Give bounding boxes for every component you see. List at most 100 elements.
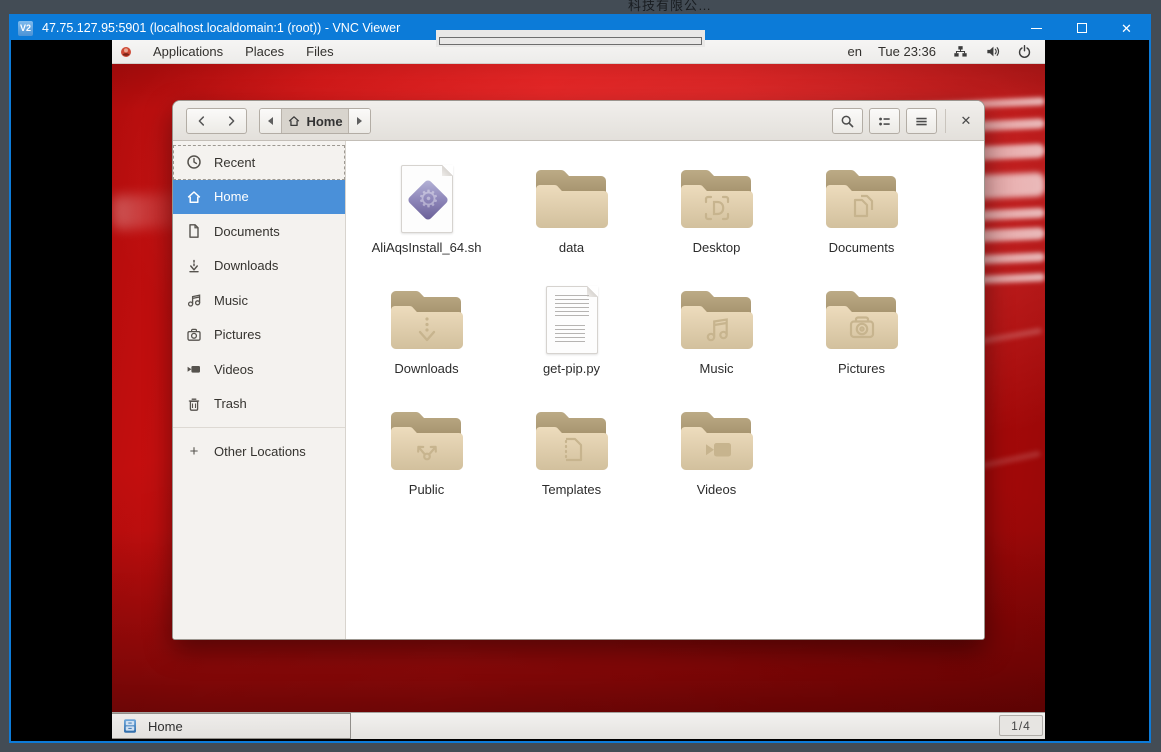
- volume-icon[interactable]: [984, 44, 1000, 60]
- clock-icon: [186, 154, 202, 170]
- home-icon: [186, 189, 202, 205]
- sidebar-item-label: Trash: [214, 396, 247, 411]
- file-item[interactable]: Public: [354, 395, 499, 516]
- sidebar-item-trash[interactable]: Trash: [173, 387, 345, 422]
- remote-desktop: Applications Places Files en Tue 23:36: [112, 40, 1045, 739]
- file-item[interactable]: get-pip.py: [499, 274, 644, 395]
- taskbar-window-label: Home: [148, 719, 183, 734]
- vnc-toolbar-collapsed[interactable]: [436, 30, 705, 47]
- menu-applications[interactable]: Applications: [142, 44, 234, 59]
- sidebar-item-recent[interactable]: Recent: [173, 145, 345, 180]
- file-item[interactable]: Desktop: [644, 153, 789, 274]
- sidebar-item-other-locations[interactable]: + Other Locations: [173, 434, 345, 469]
- close-icon: ✕: [961, 113, 972, 129]
- distro-icon: [120, 46, 132, 58]
- file-item[interactable]: Pictures: [789, 274, 934, 395]
- file-item[interactable]: Videos: [644, 395, 789, 516]
- power-icon[interactable]: [1016, 44, 1032, 60]
- file-list-area[interactable]: ⚙ AliAqsInstall_64.sh data: [346, 141, 984, 639]
- vnc-viewer-window: V2 47.75.127.95:5901 (localhost.localdom…: [9, 14, 1151, 743]
- toolbar-separator: [945, 109, 946, 133]
- file-item[interactable]: data: [499, 153, 644, 274]
- download-icon: [186, 258, 202, 274]
- menu-button[interactable]: [906, 108, 937, 134]
- clock[interactable]: Tue 23:36: [878, 44, 936, 59]
- sidebar-item-downloads[interactable]: Downloads: [173, 249, 345, 284]
- plus-icon: +: [186, 443, 202, 459]
- list-view-button[interactable]: [869, 108, 900, 134]
- vnc-viewport: Applications Places Files en Tue 23:36: [11, 40, 1149, 739]
- folder-templates-icon: [533, 400, 611, 481]
- sidebar-item-label: Other Locations: [214, 444, 306, 459]
- maximize-icon: [1077, 23, 1087, 33]
- sidebar-item-documents[interactable]: Documents: [173, 214, 345, 249]
- file-item-label: Downloads: [394, 361, 458, 376]
- sidebar-item-label: Music: [214, 293, 248, 308]
- vnc-toolbar-handle: [439, 37, 702, 45]
- file-item-label: Desktop: [693, 240, 741, 255]
- folder-documents-icon: [823, 158, 901, 239]
- camera-icon: [186, 327, 202, 343]
- sidebar-item-pictures[interactable]: Pictures: [173, 318, 345, 353]
- forward-icon: [224, 114, 238, 128]
- sidebar-item-label: Recent: [214, 155, 255, 170]
- files-toolbar: Home: [173, 101, 984, 141]
- file-item[interactable]: Music: [644, 274, 789, 395]
- back-button[interactable]: [186, 108, 217, 134]
- vnc-logo-icon: V2: [18, 21, 33, 36]
- minimize-button[interactable]: [1014, 16, 1059, 40]
- network-icon[interactable]: [952, 44, 968, 60]
- window-list-taskbar: Home 1/4: [112, 712, 1045, 739]
- taskbar-window-button[interactable]: Home: [112, 713, 351, 739]
- menu-files[interactable]: Files: [295, 44, 344, 59]
- sidebar-item-label: Videos: [214, 362, 254, 377]
- search-button[interactable]: [832, 108, 863, 134]
- folder-pictures-icon: [823, 279, 901, 360]
- file-item[interactable]: Templates: [499, 395, 644, 516]
- sidebar-item-music[interactable]: Music: [173, 283, 345, 318]
- file-item[interactable]: Downloads: [354, 274, 499, 395]
- input-method-indicator[interactable]: en: [847, 44, 861, 59]
- close-button[interactable]: ✕: [1104, 16, 1149, 40]
- sidebar-item-label: Pictures: [214, 327, 261, 342]
- right-arrow-icon: [357, 117, 362, 125]
- path-scroll-left[interactable]: [260, 109, 281, 133]
- file-item[interactable]: Documents: [789, 153, 934, 274]
- path-scroll-right[interactable]: [349, 109, 370, 133]
- video-camera-icon: [186, 361, 202, 377]
- forward-button[interactable]: [216, 108, 247, 134]
- path-button-home[interactable]: Home: [281, 109, 349, 133]
- maximize-button[interactable]: [1059, 16, 1104, 40]
- file-item-label: Pictures: [838, 361, 885, 376]
- search-icon: [840, 114, 855, 129]
- sidebar-item-label: Home: [214, 189, 249, 204]
- file-item-label: Music: [700, 361, 734, 376]
- sidebar-item-label: Documents: [214, 224, 280, 239]
- file-item-label: Documents: [829, 240, 895, 255]
- left-arrow-icon: [268, 117, 273, 125]
- workspace-pager[interactable]: 1/4: [999, 715, 1043, 736]
- desktop-wallpaper: Home: [112, 64, 1045, 712]
- back-icon: [195, 114, 209, 128]
- folder-music-icon: [678, 279, 756, 360]
- sidebar-item-videos[interactable]: Videos: [173, 352, 345, 387]
- sidebar-item-home[interactable]: Home: [173, 180, 345, 215]
- file-cabinet-icon: [122, 718, 138, 734]
- path-bar: Home: [259, 108, 371, 134]
- shell-script-icon: ⚙: [401, 158, 453, 239]
- file-item-label: data: [559, 240, 584, 255]
- file-item-label: AliAqsInstall_64.sh: [372, 240, 482, 255]
- music-note-icon: [186, 292, 202, 308]
- file-item[interactable]: ⚙ AliAqsInstall_64.sh: [354, 153, 499, 274]
- files-window: Home: [172, 100, 985, 640]
- trash-icon: [186, 396, 202, 412]
- path-label: Home: [306, 114, 342, 129]
- home-icon: [287, 114, 301, 128]
- window-close-button[interactable]: ✕: [952, 108, 980, 134]
- sidebar-item-label: Downloads: [214, 258, 278, 273]
- list-view-icon: [877, 114, 892, 129]
- background-window-title: 科技有限公…: [628, 0, 712, 14]
- menu-places[interactable]: Places: [234, 44, 295, 59]
- folder-public-icon: [388, 400, 466, 481]
- file-item-label: get-pip.py: [543, 361, 600, 376]
